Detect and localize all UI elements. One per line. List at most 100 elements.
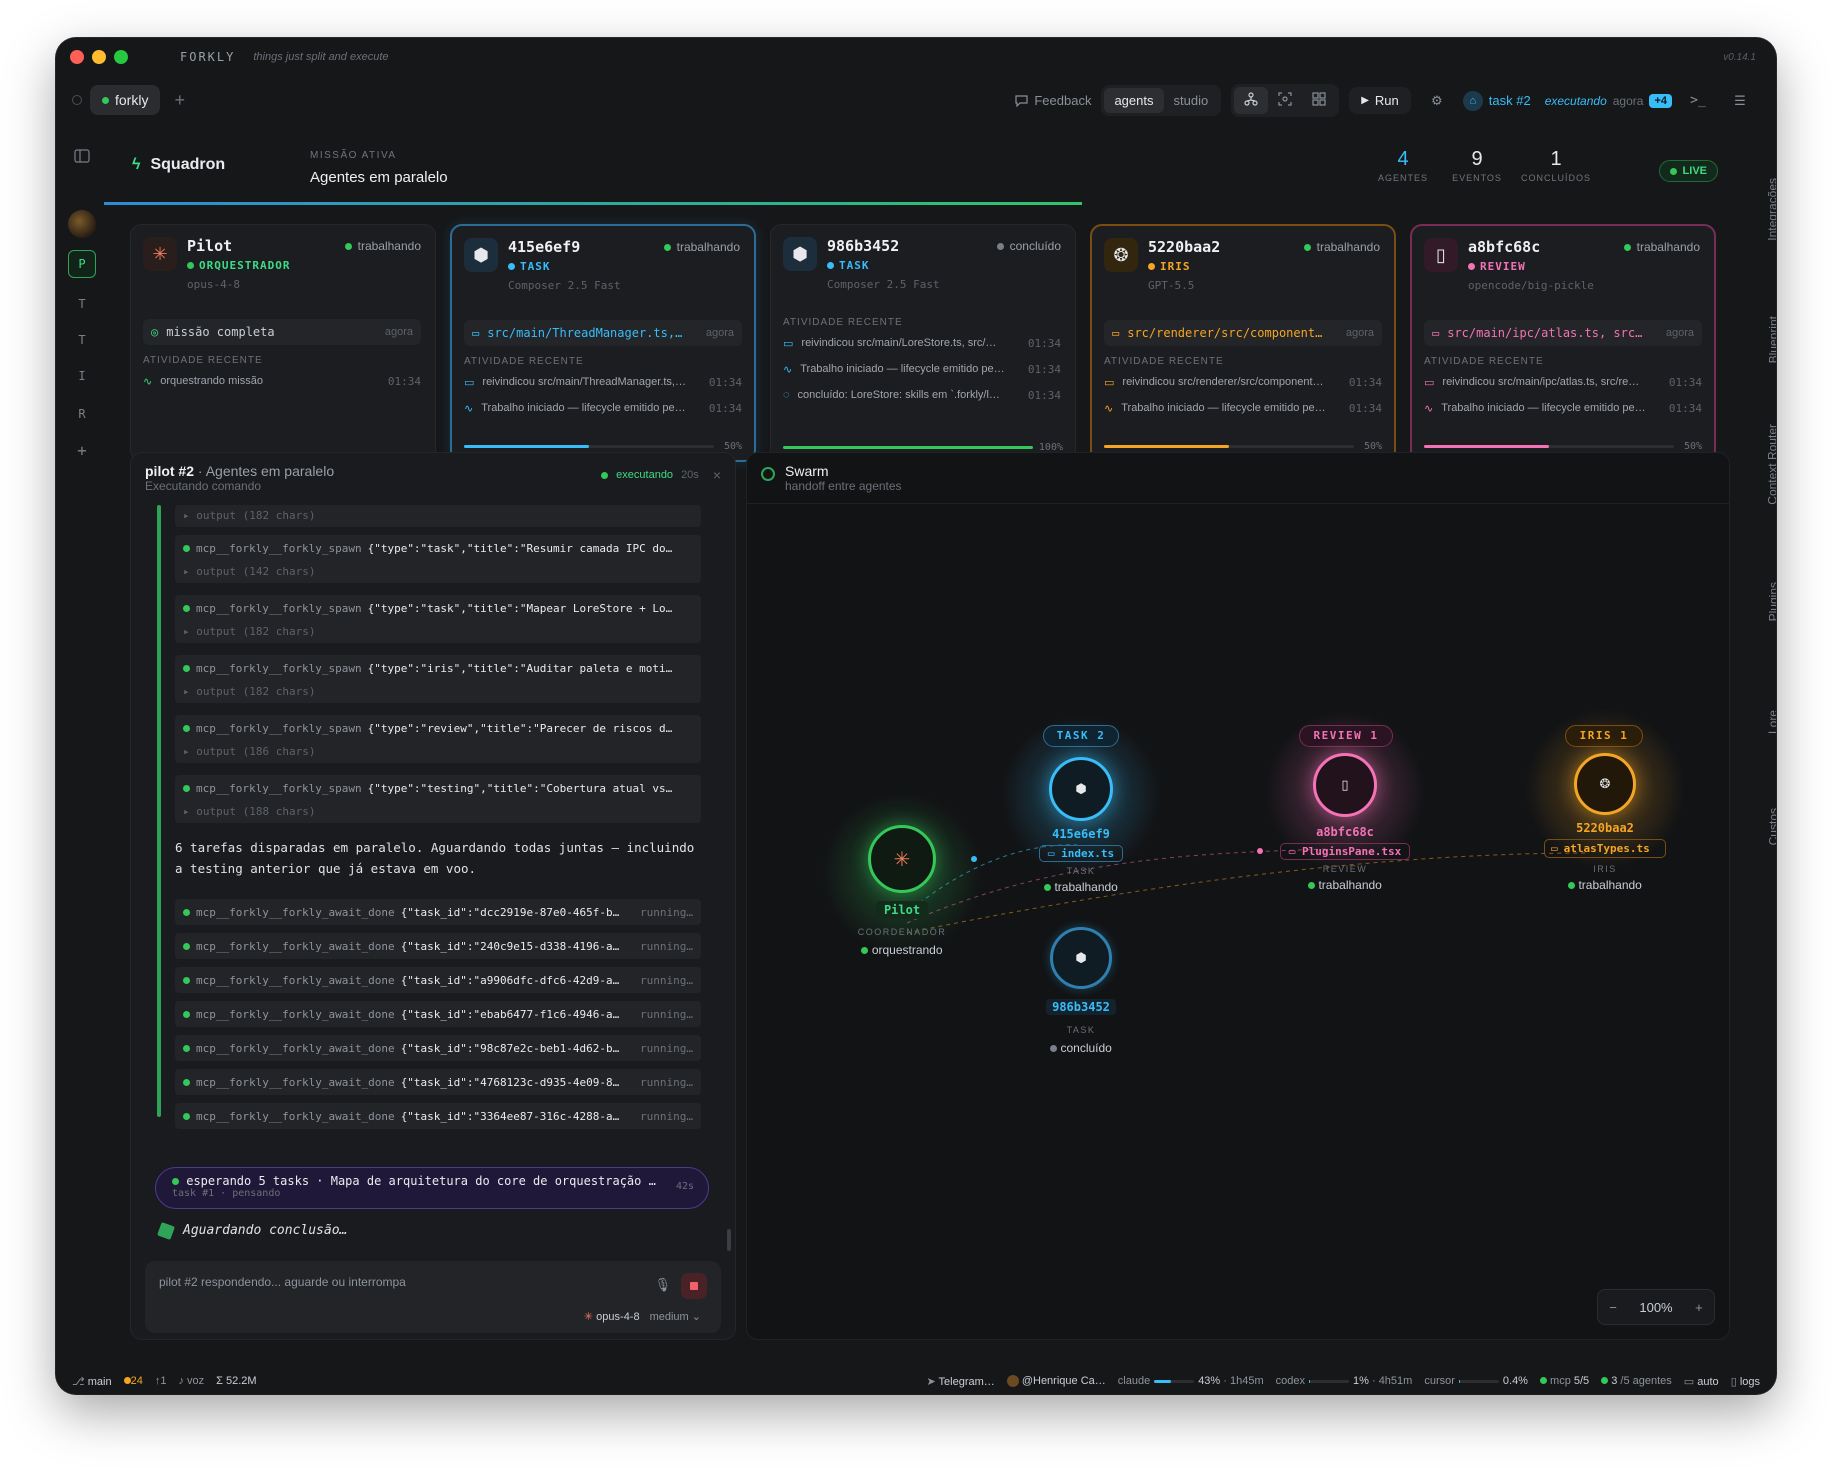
zoom-out-button[interactable]: − <box>1609 1300 1617 1315</box>
rail-item-i[interactable]: I <box>68 362 96 390</box>
agent-current-item: ◎ missão completa agora <box>143 319 421 345</box>
tool-call[interactable]: mcp__forkly__forkly_spawn {"type":"testin… <box>175 775 701 823</box>
grid-view-icon[interactable] <box>1302 87 1336 114</box>
tool-call-await[interactable]: mcp__forkly__forkly_await_done {"task_id"… <box>175 899 701 925</box>
terminal-icon[interactable]: >_ <box>1682 86 1714 116</box>
agent-card-pilot[interactable]: ✳ Pilot trabalhando ORQUESTRADOR opus-4-… <box>130 224 436 462</box>
review-node-file[interactable]: ▭ PluginsPane.tsx <box>1279 843 1411 860</box>
zoom-in-button[interactable]: + <box>1695 1300 1703 1315</box>
agent-current-file[interactable]: ▭ src/renderer/src/component… agora <box>1104 320 1382 346</box>
tool-call[interactable]: mcp__forkly__forkly_spawn {"type":"review… <box>175 715 701 763</box>
maximize-window-button[interactable] <box>114 50 128 64</box>
agent-current-file[interactable]: ▭ src/main/ThreadManager.ts,… agora <box>464 320 742 346</box>
waiting-tasks-pill[interactable]: esperando 5 tasks · Mapa de arquitetura … <box>155 1167 709 1209</box>
agents-count: 3 <box>1611 1375 1618 1387</box>
iris-node-file[interactable]: ▭ atlasTypes.ts <box>1544 839 1666 858</box>
tool-output-collapsed[interactable]: ▸ output (182 chars) <box>175 505 701 527</box>
rail-item-t1[interactable]: T <box>68 290 96 318</box>
tool-state: running… <box>640 939 693 953</box>
scrollbar[interactable] <box>727 1229 731 1251</box>
logs-button[interactable]: ▯ logs <box>1731 1375 1760 1388</box>
close-icon[interactable]: × <box>713 467 721 483</box>
tool-output-toggle[interactable]: ▸ output (186 chars) <box>175 741 701 763</box>
auto-toggle[interactable]: ▭ auto <box>1684 1375 1719 1388</box>
user-chip[interactable]: @Henrique Ca… <box>1006 1375 1106 1388</box>
composer[interactable]: pilot #2 respondendo... aguarde ou inter… <box>145 1261 721 1333</box>
awaiting-indicator: Aguardando conclusão… <box>157 1221 347 1240</box>
rail-tab-custos[interactable]: Custos <box>1766 808 1776 845</box>
close-window-button[interactable] <box>70 50 84 64</box>
agent-card-5220baa2[interactable]: ❂ 5220baa2 trabalhando IRIS GPT-5.5 ▭ sr… <box>1090 224 1396 462</box>
swarm-node-415e6ef9[interactable]: ⬢ 415e6ef9 ▭ index.ts TASK trabalhando <box>1021 757 1141 894</box>
pilot-title-rest: Agentes em paralelo <box>205 463 335 479</box>
composer-input[interactable]: pilot #2 respondendo... aguarde ou inter… <box>159 1275 707 1289</box>
activity-time: 01:34 <box>1027 363 1061 376</box>
branch-indicator[interactable]: ⎇ main <box>72 1375 112 1388</box>
voice-toggle[interactable]: ♪ voz <box>178 1375 204 1387</box>
active-task-chip[interactable]: ⌂ task #2 executando agora +4 <box>1462 90 1672 111</box>
agent-card-a8bfc68c[interactable]: ▯ a8bfc68c trabalhando REVIEW opencode/b… <box>1410 224 1716 462</box>
tool-call[interactable]: mcp__forkly__forkly_spawn {"type":"iris",… <box>175 655 701 703</box>
tool-state: running… <box>640 1007 693 1021</box>
rail-item-r[interactable]: R <box>68 400 96 428</box>
tool-call[interactable]: mcp__forkly__forkly_spawn {"type":"task",… <box>175 535 701 583</box>
title-bar: FORKLY things just split and execute v0.… <box>56 38 1776 76</box>
tool-call-await[interactable]: mcp__forkly__forkly_await_done {"task_id"… <box>175 1069 701 1095</box>
changes-indicator[interactable]: 24 <box>123 1375 143 1387</box>
tool-output-toggle[interactable]: ▸ output (188 chars) <box>175 801 701 823</box>
tool-args: {"task_id":"dcc2919e-87e0-465f-b… <box>400 905 620 919</box>
usage-claude-label: claude <box>1117 1375 1151 1387</box>
tool-output-toggle[interactable]: ▸ output (182 chars) <box>175 505 701 527</box>
view-agents-button[interactable]: agents <box>1104 88 1164 113</box>
send-icon: ➤ <box>926 1375 936 1388</box>
tool-output-toggle[interactable]: ▸ output (182 chars) <box>175 681 701 703</box>
agent-card-986b3452[interactable]: ⬢ 986b3452 concluído TASK Composer 2.5 F… <box>770 224 1076 462</box>
tool-output-toggle[interactable]: ▸ output (182 chars) <box>175 621 701 643</box>
activity-row: ∿ Trabalho iniciado — lifecycle emitido p… <box>1424 402 1702 415</box>
microphone-icon[interactable]: 🎙 <box>654 1277 671 1293</box>
swarm-node-5220baa2[interactable]: ❂ 5220baa2 ▭ atlasTypes.ts IRIS trabalhan… <box>1544 753 1666 892</box>
gear-icon[interactable]: ⚙ <box>1421 86 1453 116</box>
stat-concluded: 1 CONCLUÍDOS <box>1516 148 1596 183</box>
rail-tab-lore[interactable]: Lore <box>1766 710 1776 734</box>
run-button[interactable]: ▶ Run <box>1349 87 1411 114</box>
sliders-icon[interactable]: ☰ <box>1724 86 1756 116</box>
mcp-indicator[interactable]: mcp 5/5 <box>1539 1375 1589 1387</box>
sidebar-toggle-icon[interactable] <box>68 142 96 170</box>
rail-tab-plugins[interactable]: Plugins <box>1766 582 1776 621</box>
effort-selector[interactable]: medium ⌄ <box>650 1310 701 1323</box>
tool-call-await[interactable]: mcp__forkly__forkly_await_done {"task_id"… <box>175 1035 701 1061</box>
add-rail-item-button[interactable]: + <box>68 436 96 464</box>
tool-call-await[interactable]: mcp__forkly__forkly_await_done {"task_id"… <box>175 933 701 959</box>
model-selector[interactable]: ✳ opus-4-8 <box>584 1310 640 1323</box>
rail-item-t2[interactable]: T <box>68 326 96 354</box>
swarm-node-986b3452[interactable]: ⬢ 986b3452 TASK concluído <box>1021 927 1141 1055</box>
feedback-button[interactable]: Feedback <box>1015 93 1091 108</box>
rail-tab-integracoes[interactable]: Integrações <box>1766 178 1776 241</box>
telegram-link[interactable]: ➤ Telegram… <box>926 1375 994 1388</box>
rail-tab-blueprint[interactable]: Blueprint <box>1766 316 1776 363</box>
add-tab-button[interactable]: + <box>174 90 185 111</box>
tool-call-await[interactable]: mcp__forkly__forkly_await_done {"task_id"… <box>175 1001 701 1027</box>
agent-role: IRIS <box>1148 260 1191 273</box>
graph-view-icon[interactable] <box>1234 87 1269 114</box>
agent-card-415e6ef9[interactable]: ⬢ 415e6ef9 trabalhando TASK Composer 2.5… <box>450 224 756 462</box>
focus-view-icon[interactable] <box>1268 87 1302 114</box>
swarm-node-a8bfc68c[interactable]: ▯ a8bfc68c ▭ PluginsPane.tsx REVIEW trab… <box>1275 753 1415 892</box>
user-avatar[interactable] <box>68 210 96 238</box>
rail-item-p[interactable]: P <box>68 250 96 278</box>
task-node-file[interactable]: ▭ index.ts <box>1038 845 1124 862</box>
view-studio-button[interactable]: studio <box>1164 88 1219 113</box>
tool-call-await[interactable]: mcp__forkly__forkly_await_done {"task_id"… <box>175 967 701 993</box>
agent-current-file[interactable]: ▭ src/main/ipc/atlas.ts, src… agora <box>1424 320 1702 346</box>
rail-tab-context-router[interactable]: Context Router <box>1766 424 1776 505</box>
cube-icon: ⬢ <box>1075 950 1087 965</box>
stop-button[interactable] <box>681 1273 707 1299</box>
swarm-node-pilot[interactable]: ✳ Pilot COORDENADOR orquestrando <box>852 825 952 957</box>
tool-output-toggle[interactable]: ▸ output (142 chars) <box>175 561 701 583</box>
tool-call-await[interactable]: mcp__forkly__forkly_await_done {"task_id"… <box>175 1103 701 1129</box>
minimize-window-button[interactable] <box>92 50 106 64</box>
tab-forkly[interactable]: forkly <box>90 85 161 115</box>
agents-indicator[interactable]: 3 /5 agentes <box>1601 1375 1672 1387</box>
tool-call[interactable]: mcp__forkly__forkly_spawn {"type":"task",… <box>175 595 701 643</box>
